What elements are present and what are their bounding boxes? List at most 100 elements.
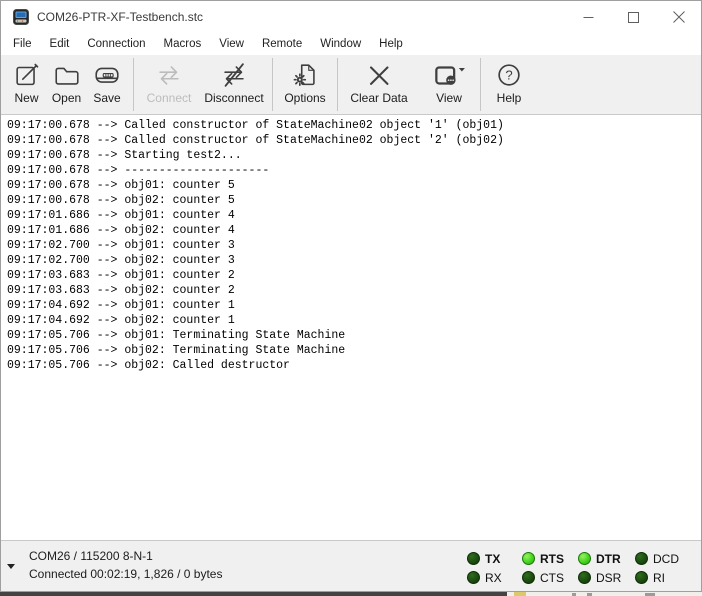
toolbar-label: Connect: [147, 91, 192, 105]
toolbar-button-save[interactable]: Save: [87, 55, 127, 114]
dsr-led-icon: [578, 571, 591, 584]
ri-led-icon: [635, 571, 648, 584]
rts-led-icon: [522, 552, 535, 565]
terminal-line: 09:17:02.700 --> obj01: counter 3: [7, 238, 701, 253]
menu-window[interactable]: Window: [311, 33, 370, 55]
connection-status: Connected 00:02:19, 1,826 / 0 bytes: [29, 565, 222, 583]
indicator-cts: CTS: [522, 571, 578, 585]
dcd-label: DCD: [653, 552, 679, 566]
toolbar-separator: [337, 58, 338, 111]
new-document-icon: [12, 60, 42, 90]
maximize-icon: [628, 12, 639, 23]
view-window-dropdown-icon: [432, 60, 466, 90]
indicator-dtr[interactable]: DTR: [578, 552, 635, 566]
toolbar-button-open[interactable]: Open: [46, 55, 87, 114]
window-controls: [566, 1, 701, 33]
toolbar-button-clear-data[interactable]: Clear Data: [346, 55, 412, 114]
help-question-icon: ?: [494, 60, 524, 90]
status-dropdown-arrow-icon[interactable]: [7, 564, 15, 569]
background-window-edge: [507, 592, 702, 596]
background-window-sliver: [0, 592, 702, 596]
maximize-button[interactable]: [611, 1, 656, 33]
rx-led-icon: [467, 571, 480, 584]
toolbar-separator: [272, 58, 273, 111]
toolbar-label: Save: [93, 91, 120, 105]
indicator-tx: TX: [467, 552, 522, 566]
terminal-line: 09:17:03.683 --> obj01: counter 2: [7, 268, 701, 283]
chevron-down-icon: [459, 68, 465, 72]
terminal-line: 09:17:00.678 --> Called constructor of S…: [7, 118, 701, 133]
status-bar: COM26 / 115200 8-N-1 Connected 00:02:19,…: [1, 540, 701, 591]
minimize-icon: [583, 12, 594, 23]
toolbar-button-options[interactable]: Options: [278, 55, 332, 114]
status-text: COM26 / 115200 8-N-1 Connected 00:02:19,…: [29, 547, 222, 583]
save-drive-icon: [92, 60, 122, 90]
menu-bar: File Edit Connection Macros View Remote …: [1, 33, 701, 55]
menu-view[interactable]: View: [210, 33, 253, 55]
menu-help[interactable]: Help: [370, 33, 412, 55]
menu-macros[interactable]: Macros: [155, 33, 211, 55]
indicator-rts[interactable]: RTS: [522, 552, 578, 566]
toolbar-button-view[interactable]: View: [420, 55, 478, 114]
toolbar-button-new[interactable]: New: [7, 55, 46, 114]
terminal-line: 09:17:00.678 --> Called constructor of S…: [7, 133, 701, 148]
dsr-label: DSR: [596, 571, 621, 585]
svg-text:?: ?: [505, 68, 512, 83]
app-window: COM26-PTR-XF-Testbench.stc File Edit Con…: [0, 0, 702, 592]
rx-label: RX: [485, 571, 502, 585]
close-icon: [673, 11, 685, 23]
cts-led-icon: [522, 571, 535, 584]
cts-label: CTS: [540, 571, 564, 585]
terminal-line: 09:17:04.692 --> obj01: counter 1: [7, 298, 701, 313]
menu-remote[interactable]: Remote: [253, 33, 311, 55]
disconnect-arrows-slash-icon: [219, 60, 249, 90]
window-title: COM26-PTR-XF-Testbench.stc: [37, 10, 203, 24]
title-bar: COM26-PTR-XF-Testbench.stc: [1, 1, 701, 33]
toolbar: New Open Save Connect: [1, 55, 701, 115]
toolbar-button-help[interactable]: ? Help: [486, 55, 532, 114]
dtr-led-icon: [578, 552, 591, 565]
port-settings: COM26 / 115200 8-N-1: [29, 547, 222, 565]
terminal-line: 09:17:02.700 --> obj02: counter 3: [7, 253, 701, 268]
signal-indicators: TX RTS DTR DCD RX CTS: [467, 549, 697, 587]
app-icon: [13, 9, 29, 25]
toolbar-separator: [480, 58, 481, 111]
dtr-label: DTR: [596, 552, 621, 566]
toolbar-button-disconnect[interactable]: Disconnect: [198, 55, 270, 114]
toolbar-button-connect: Connect: [140, 55, 198, 114]
terminal-line: 09:17:03.683 --> obj02: counter 2: [7, 283, 701, 298]
terminal-line: 09:17:01.686 --> obj01: counter 4: [7, 208, 701, 223]
ri-label: RI: [653, 571, 665, 585]
indicator-rx: RX: [467, 571, 522, 585]
toolbar-label: Open: [52, 91, 81, 105]
terminal-line: 09:17:04.692 --> obj02: counter 1: [7, 313, 701, 328]
terminal-line: 09:17:00.678 --> ---------------------: [7, 163, 701, 178]
window-shadow: [0, 592, 507, 596]
open-folder-icon: [52, 60, 82, 90]
menu-edit[interactable]: Edit: [41, 33, 79, 55]
terminal-output[interactable]: 09:17:00.678 --> Called constructor of S…: [1, 115, 701, 540]
indicator-dcd: DCD: [635, 552, 697, 566]
options-gear-document-icon: [290, 60, 320, 90]
dcd-led-icon: [635, 552, 648, 565]
close-button[interactable]: [656, 1, 701, 33]
terminal-line: 09:17:00.678 --> obj02: counter 5: [7, 193, 701, 208]
terminal-line: 09:17:05.706 --> obj02: Called destructo…: [7, 358, 701, 373]
terminal-line: 09:17:00.678 --> obj01: counter 5: [7, 178, 701, 193]
terminal-line: 09:17:05.706 --> obj02: Terminating Stat…: [7, 343, 701, 358]
background-window-accent: [514, 592, 526, 596]
terminal-line: 09:17:01.686 --> obj02: counter 4: [7, 223, 701, 238]
toolbar-label: Help: [497, 91, 522, 105]
rts-label: RTS: [540, 552, 564, 566]
clear-x-icon: [364, 60, 394, 90]
toolbar-label: View: [436, 91, 462, 105]
menu-file[interactable]: File: [4, 33, 41, 55]
toolbar-label: Clear Data: [350, 91, 407, 105]
minimize-button[interactable]: [566, 1, 611, 33]
menu-connection[interactable]: Connection: [78, 33, 154, 55]
indicator-dsr: DSR: [578, 571, 635, 585]
tx-led-icon: [467, 552, 480, 565]
toolbar-label: Disconnect: [204, 91, 263, 105]
indicator-ri: RI: [635, 571, 697, 585]
toolbar-label: New: [14, 91, 38, 105]
